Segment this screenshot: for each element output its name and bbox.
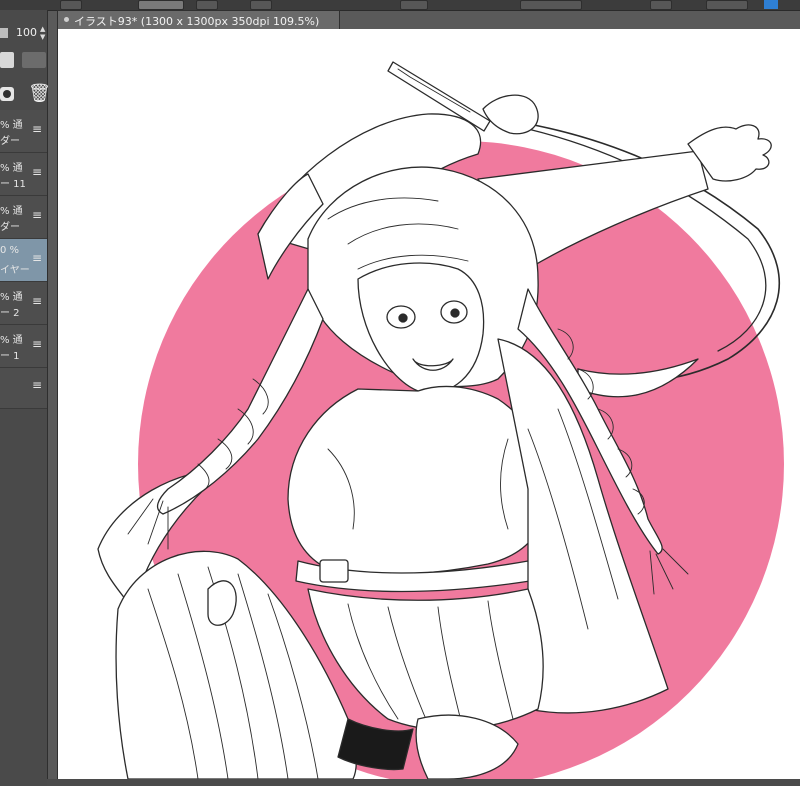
toolbar-button[interactable] [60,0,82,10]
layer-menu-icon[interactable]: ≡ [32,294,42,308]
drawing-canvas[interactable] [57,29,800,779]
layer-menu-icon[interactable]: ≡ [32,208,42,222]
tab-close-icon[interactable] [64,17,69,22]
layer-item-empty[interactable]: ≡ [0,368,47,409]
layer-name-label: イヤー [0,265,30,276]
opacity-spinner[interactable]: ▲ ▼ [40,25,47,41]
layer-name-label: ー 1 [0,351,20,362]
artwork [97,61,784,779]
layer-item[interactable]: % 通 ー 1 ≡ [0,325,47,368]
layer-name-label: ダー [0,136,20,147]
layer-item[interactable]: % 通 ダー ≡ [0,110,47,153]
layer-item[interactable]: % 通 ダー ≡ [0,196,47,239]
layer-blend-label: % 通 [0,292,23,303]
opacity-value[interactable]: 100 [16,26,37,39]
layer-panel: 100 ▲ ▼ 🗑 % 通 ダー ≡ % 通 ー 11 ≡ % 通 ダー ≡ 0 … [0,10,51,786]
layer-blend-label: % 通 [0,120,23,131]
toolbar-button-active[interactable] [138,0,184,10]
layer-property-icon[interactable] [0,52,14,68]
layer-opacity-row[interactable]: 100 ▲ ▼ [0,24,47,42]
layer-tool-row [0,48,47,74]
layer-mode-row: 🗑 [0,83,51,109]
layer-item[interactable]: % 通 ー 11 ≡ [0,153,47,196]
layer-mask-icon[interactable] [0,87,14,101]
canvas-scrollbar[interactable] [47,779,800,786]
layer-menu-icon[interactable]: ≡ [32,122,42,136]
toolbar-button[interactable] [400,0,428,10]
clip-layer-icon[interactable] [22,52,46,68]
layer-menu-icon[interactable]: ≡ [32,337,42,351]
layer-item[interactable]: % 通 ー 2 ≡ [0,282,47,325]
layer-blend-label: % 通 [0,206,23,217]
layer-list: % 通 ダー ≡ % 通 ー 11 ≡ % 通 ダー ≡ 0 % イヤー ≡ %… [0,110,47,409]
document-title: イラスト93* (1300 x 1300px 350dpi 109.5%) [74,15,320,28]
opacity-slider-handle[interactable] [0,28,8,38]
toolbar-button[interactable] [196,0,218,10]
toolbar-button[interactable] [650,0,672,10]
layer-item-selected[interactable]: 0 % イヤー ≡ [0,239,47,282]
layer-menu-icon[interactable]: ≡ [32,251,42,265]
layer-blend-label: % 通 [0,163,23,174]
trash-icon[interactable]: 🗑 [28,83,51,105]
toolbar-slider[interactable] [520,0,582,10]
layer-name-label: ー 11 [0,179,26,190]
layer-menu-icon[interactable]: ≡ [32,378,42,392]
layer-name-label: ー 2 [0,308,20,319]
layer-blend-label: 0 % [0,245,20,256]
layer-menu-icon[interactable]: ≡ [32,165,42,179]
accent-icon[interactable] [764,0,778,9]
layer-blend-label: % 通 [0,335,23,346]
layer-name-label: ダー [0,222,20,233]
toolbar-button[interactable] [706,0,748,10]
document-tab[interactable]: イラスト93* (1300 x 1300px 350dpi 109.5%) [57,10,340,29]
toolbar-button[interactable] [250,0,272,10]
